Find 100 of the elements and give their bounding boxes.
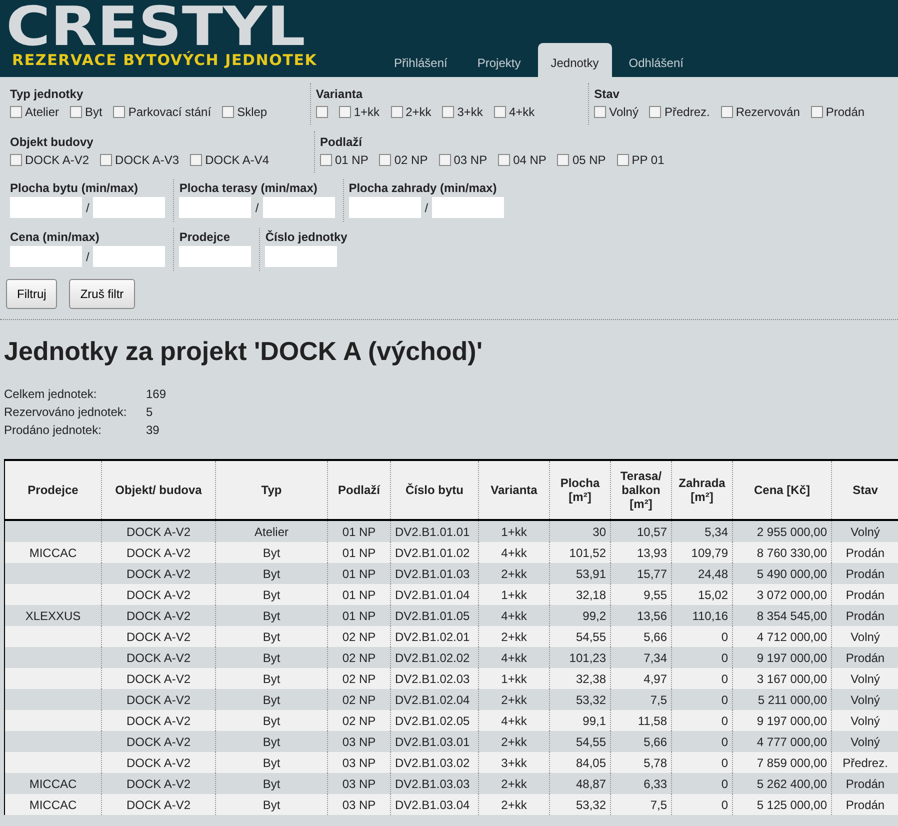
table-cell: DOCK A-V2 [102,584,216,605]
checkbox-label: Předrez. [664,105,710,119]
checkbox-label: 1+kk [354,105,380,119]
checkbox[interactable] [10,154,22,166]
table-cell: DV2.B1.01.01 [390,520,478,542]
table-cell: 53,91 [550,563,610,584]
checkbox[interactable] [720,106,733,118]
checkbox[interactable] [494,106,506,118]
field-label: Plocha terasy (min/max) [179,181,318,195]
table-cell: 02 NP [328,710,390,731]
checkbox[interactable] [10,106,22,118]
checkbox[interactable] [616,154,629,166]
checkbox[interactable] [498,154,510,166]
max-field[interactable] [262,197,335,218]
nav-tab[interactable]: Odhlášení [616,43,696,77]
table-cell: 2+kk [478,794,550,815]
table-cell: Volný [832,520,898,542]
input-field[interactable] [265,246,338,267]
stat-label: Celkem jednotek: [4,387,98,401]
max-field[interactable] [93,246,166,267]
checkbox[interactable] [113,106,126,118]
min-field[interactable] [179,197,252,218]
nav-tab[interactable]: Přihlášení [381,43,460,77]
table-cell: DOCK A-V2 [102,773,216,794]
table-cell: Byt [216,563,328,584]
table-cell: 5 262 400,00 [732,773,832,794]
table-cell: DOCK A-V2 [102,520,216,542]
table-cell: 4+kk [478,605,550,626]
table-cell: DOCK A-V2 [102,689,216,710]
table-cell: 8 760 330,00 [732,542,832,563]
table-cell: 7 859 000,00 [732,752,832,773]
table-cell: 5 490 000,00 [732,563,832,584]
checkbox-label: 02 NP [394,153,428,167]
table-cell: 2+kk [478,626,550,647]
input-field[interactable] [179,246,252,267]
table-cell: 4 777 000,00 [732,731,832,752]
table-cell: 101,23 [550,647,610,668]
checkbox[interactable] [810,106,823,118]
stat-value: 5 [146,405,154,419]
table-cell: 7,5 [610,689,672,710]
min-field[interactable] [348,197,421,218]
table-cell: Předrez. [832,752,898,773]
max-field[interactable] [432,197,504,218]
checkbox[interactable] [338,106,351,118]
table-cell: Byt [216,584,328,605]
checkbox-label: Parkovací stání [128,105,212,119]
checkbox[interactable] [594,106,606,118]
table-cell: 1+kk [478,584,550,605]
filter-button[interactable]: Zruš filtr [69,279,135,309]
table-cell: 0 [672,647,732,668]
min-field[interactable] [10,246,82,267]
checkbox[interactable] [320,154,332,166]
max-field[interactable] [93,197,166,218]
nav-tab[interactable]: Jednotky [538,43,612,77]
column-header: Prodejce [4,460,102,520]
checkbox-label: Rezervován [736,105,800,119]
table-cell: 0 [672,689,732,710]
table-cell: 0 [672,626,732,647]
table-cell: 3 167 000,00 [732,668,832,689]
table-cell: MICCAC [4,773,102,794]
table-cell: 5,78 [610,752,672,773]
table-cell: 53,32 [550,794,610,815]
stat-label: Prodáno jednotek: [4,423,102,437]
table-cell: 32,38 [550,668,610,689]
filter-heading: Typ jednotky [10,87,84,101]
checkbox[interactable] [442,106,454,118]
table-cell: DOCK A-V2 [102,752,216,773]
table-cell: Prodán [832,542,898,563]
checkbox-label: DOCK A-V3 [115,153,180,167]
logo-subtitle: REZERVACE BYTOVÝCH JEDNOTEK [12,51,318,69]
nav-tab[interactable]: Projekty [464,43,534,77]
table-cell: 03 NP [328,773,390,794]
checkbox[interactable] [70,106,82,118]
checkbox[interactable] [438,154,451,166]
checkbox[interactable] [190,154,202,166]
table-cell: Volný [832,731,898,752]
table-cell: 2+kk [478,731,550,752]
table-cell: 8 354 545,00 [732,605,832,626]
table-cell: 7,34 [610,647,672,668]
checkbox[interactable] [557,154,570,166]
table-cell: 5 211 000,00 [732,689,832,710]
table-cell: DOCK A-V2 [102,668,216,689]
checkbox-label: 04 NP [513,153,546,167]
table-cell: DV2.B1.02.04 [390,689,478,710]
checkbox-label: 2+kk [406,105,432,119]
checkbox[interactable] [379,154,392,166]
filter-button[interactable]: Filtruj [6,279,58,309]
table-cell: DOCK A-V2 [102,794,216,815]
checkbox-label: DOCK A-V4 [205,153,270,167]
checkbox[interactable] [390,106,403,118]
checkbox-label: 05 NP [572,153,606,167]
checkbox[interactable] [649,106,662,118]
min-field[interactable] [10,197,82,218]
table-cell: Byt [216,689,328,710]
stat-value: 39 [146,423,160,437]
checkbox[interactable] [100,154,112,166]
table-cell: 109,79 [672,542,732,563]
checkbox[interactable] [316,106,328,118]
table-cell: 24,48 [672,563,732,584]
checkbox[interactable] [222,106,234,118]
